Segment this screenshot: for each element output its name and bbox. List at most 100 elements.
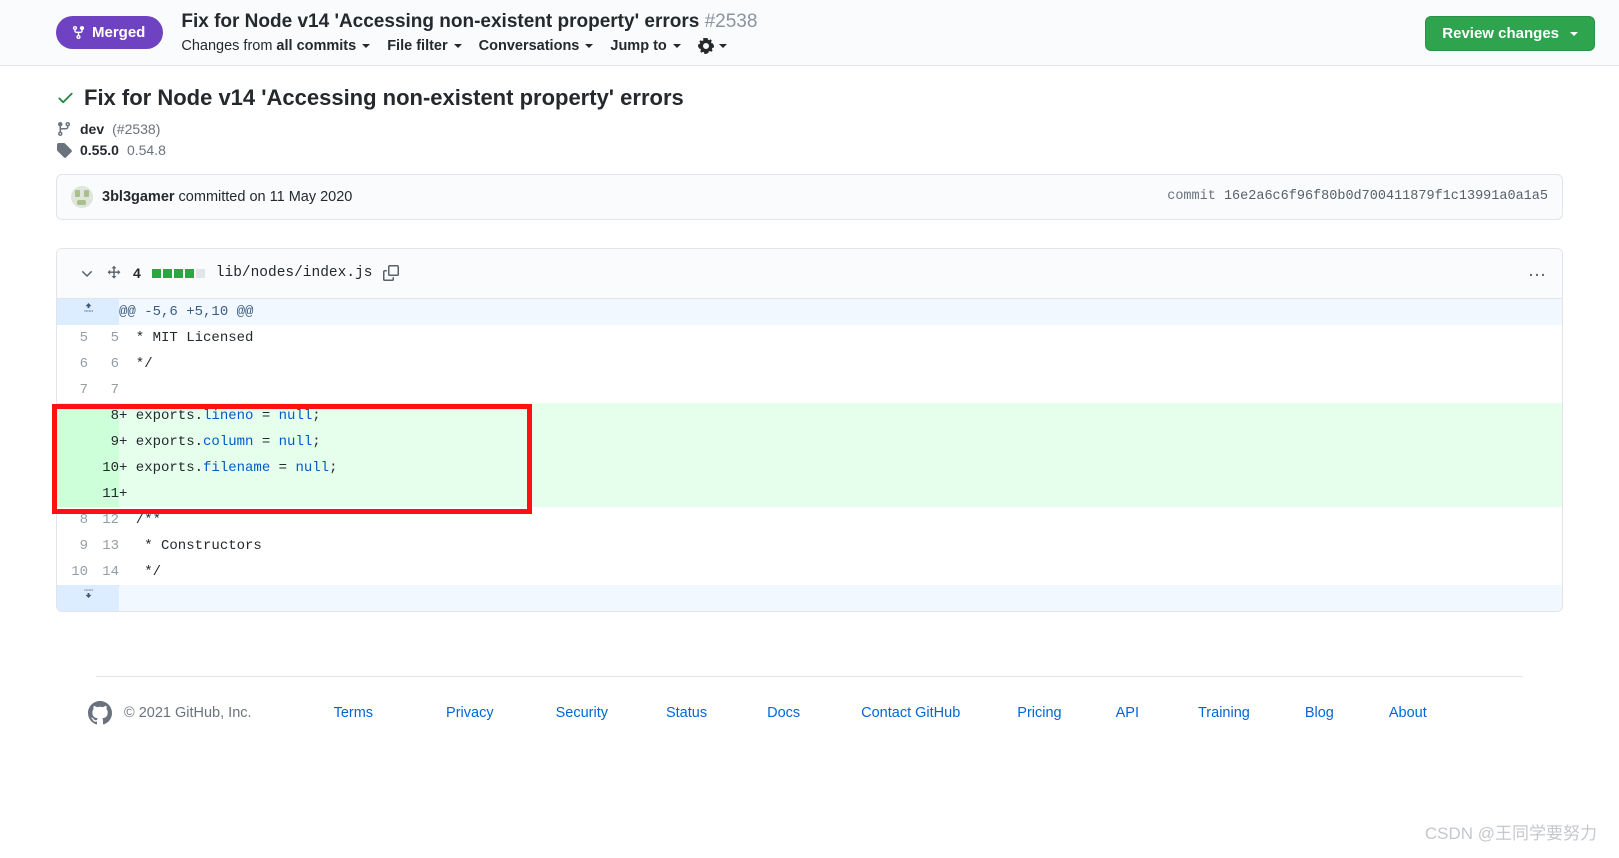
gear-icon — [697, 37, 714, 54]
code-operator: = — [253, 433, 279, 450]
new-line-number[interactable]: 9 — [88, 428, 119, 455]
tag-secondary[interactable]: 0.54.8 — [127, 142, 166, 158]
subnav-jump-to[interactable]: Jump to — [610, 38, 681, 54]
code-null-literal: null — [295, 459, 330, 476]
diff-file-container: 4 lib/nodes/index.js … @@ -5,6 +5,10 @@ … — [56, 247, 1563, 612]
diff-row-context: 6 6 */ — [57, 350, 1562, 377]
new-line-number[interactable]: 5 — [88, 324, 119, 351]
diff-code: + exports.lineno = null; — [119, 402, 1562, 429]
footer-link-api[interactable]: API — [1116, 705, 1139, 721]
subnav-conversations-label: Conversations — [478, 37, 580, 54]
diff-row-context: 9 13 * Constructors — [57, 532, 1562, 559]
footer-link-contact-github[interactable]: Contact GitHub — [861, 705, 960, 721]
footer-link-status[interactable]: Status — [666, 705, 707, 721]
footer-link-training[interactable]: Training — [1198, 705, 1250, 721]
diff-code: * MIT Licensed — [119, 324, 1562, 351]
new-line-number[interactable]: 11 — [88, 480, 119, 507]
footer-link-pricing[interactable]: Pricing — [1017, 705, 1061, 721]
diff-code: + — [119, 480, 1562, 507]
change-count: 4 — [133, 265, 141, 281]
author-name[interactable]: 3bl3gamer — [102, 189, 175, 205]
diff-body: @@ -5,6 +5,10 @@ 5 5 * MIT Licensed 6 6 … — [57, 298, 1562, 611]
commit-author-bar: 3bl3gamer committed on 11 May 2020 commi… — [56, 173, 1563, 220]
diff-expand-icon[interactable] — [106, 265, 122, 281]
diff-row-addition: 11 + — [57, 480, 1562, 507]
diffstat-block — [173, 268, 183, 278]
chevron-down-icon — [1570, 31, 1578, 36]
footer-link-about[interactable]: About — [1389, 705, 1427, 721]
code-property: column — [203, 433, 254, 450]
old-line-number[interactable]: 5 — [57, 324, 88, 351]
copy-path-icon[interactable] — [383, 265, 400, 281]
new-line-number[interactable]: 6 — [88, 350, 119, 377]
old-line-number[interactable]: 9 — [57, 532, 88, 559]
old-line-number[interactable] — [57, 428, 88, 455]
branch-pr-number[interactable]: (#2538) — [112, 121, 160, 137]
expand-down-button[interactable] — [57, 584, 119, 611]
expand-up-button[interactable] — [57, 298, 119, 325]
review-changes-label: Review changes — [1442, 25, 1559, 42]
page-root: Merged Fix for Node v14 'Accessing non-e… — [0, 0, 1619, 858]
diff-row-addition: 9 + exports.column = null; — [57, 428, 1562, 455]
footer-link-terms[interactable]: Terms — [334, 705, 373, 721]
pull-request-title[interactable]: Fix for Node v14 'Accessing non-existent… — [181, 11, 699, 32]
chevron-down-icon[interactable] — [79, 265, 95, 281]
page-footer: © 2021 GitHub, Inc. Terms Privacy Securi… — [56, 677, 1563, 725]
diff-table: @@ -5,6 +5,10 @@ 5 5 * MIT Licensed 6 6 … — [57, 298, 1562, 611]
subnav-conversations[interactable]: Conversations — [479, 38, 594, 54]
old-line-number[interactable]: 8 — [57, 506, 88, 533]
code-prefix: + exports. — [119, 433, 204, 450]
expand-bottom-code-cell — [119, 584, 1562, 611]
footer-links: Terms Privacy Security Status Docs Conta… — [334, 705, 1427, 721]
expand-up-icon — [81, 300, 96, 315]
review-changes-button[interactable]: Review changes — [1425, 16, 1595, 51]
chevron-down-icon — [718, 43, 727, 48]
footer-link-docs[interactable]: Docs — [767, 705, 800, 721]
diffstat-block — [162, 268, 172, 278]
diff-row-addition: 8 + exports.lineno = null; — [57, 402, 1562, 429]
code-suffix: ; — [329, 459, 338, 476]
new-line-number[interactable]: 8 — [88, 402, 119, 429]
diff-code: /** — [119, 506, 1562, 533]
old-line-number[interactable]: 10 — [57, 558, 88, 585]
subnav-file-filter[interactable]: File filter — [387, 38, 462, 54]
diff-code: */ — [119, 350, 1562, 377]
footer-link-blog[interactable]: Blog — [1305, 705, 1334, 721]
status-badge-merged[interactable]: Merged — [56, 16, 164, 49]
diffstat-block — [151, 268, 161, 278]
new-line-number[interactable]: 12 — [88, 506, 119, 533]
footer-link-security[interactable]: Security — [556, 705, 608, 721]
new-line-number[interactable]: 14 — [88, 558, 119, 585]
new-line-number[interactable]: 7 — [88, 376, 119, 403]
new-line-number[interactable]: 10 — [88, 454, 119, 481]
commit-sha-value[interactable]: 16e2a6c6f96f80b0d700411879f1c13991a0a1a5 — [1224, 189, 1548, 204]
branch-name[interactable]: dev — [80, 121, 104, 137]
subnav-changes-from-prefix: Changes from — [181, 37, 273, 54]
footer-link-privacy[interactable]: Privacy — [446, 705, 494, 721]
old-line-number[interactable]: 7 — [57, 376, 88, 403]
pull-request-number: #2538 — [704, 11, 758, 33]
pull-request-subnav: Changes from all commits File filter Con… — [181, 37, 757, 54]
branch-line: dev (#2538) — [56, 121, 1563, 137]
diff-row-context: 7 7 — [57, 376, 1562, 403]
code-suffix: ; — [312, 433, 321, 450]
check-icon — [58, 93, 73, 104]
old-line-number[interactable]: 6 — [57, 350, 88, 377]
code-operator: = — [253, 407, 279, 424]
diffstat-blocks — [151, 268, 205, 278]
code-suffix: ; — [312, 407, 321, 424]
kebab-horizontal-icon[interactable]: … — [1528, 261, 1549, 286]
new-line-number[interactable]: 13 — [88, 532, 119, 559]
subnav-changes-from[interactable]: Changes from all commits — [181, 37, 371, 54]
avatar[interactable] — [71, 185, 93, 208]
old-line-number[interactable] — [57, 402, 88, 429]
hunk-header-text: @@ -5,6 +5,10 @@ — [119, 298, 1562, 325]
github-mark-icon[interactable] — [88, 700, 112, 725]
code-property: lineno — [203, 407, 254, 424]
old-line-number[interactable] — [57, 454, 88, 481]
old-line-number[interactable] — [57, 480, 88, 507]
tag-primary[interactable]: 0.55.0 — [80, 142, 119, 158]
diff-settings-button[interactable] — [697, 37, 727, 54]
file-path[interactable]: lib/nodes/index.js — [216, 265, 373, 281]
diffstat-block — [195, 268, 205, 278]
